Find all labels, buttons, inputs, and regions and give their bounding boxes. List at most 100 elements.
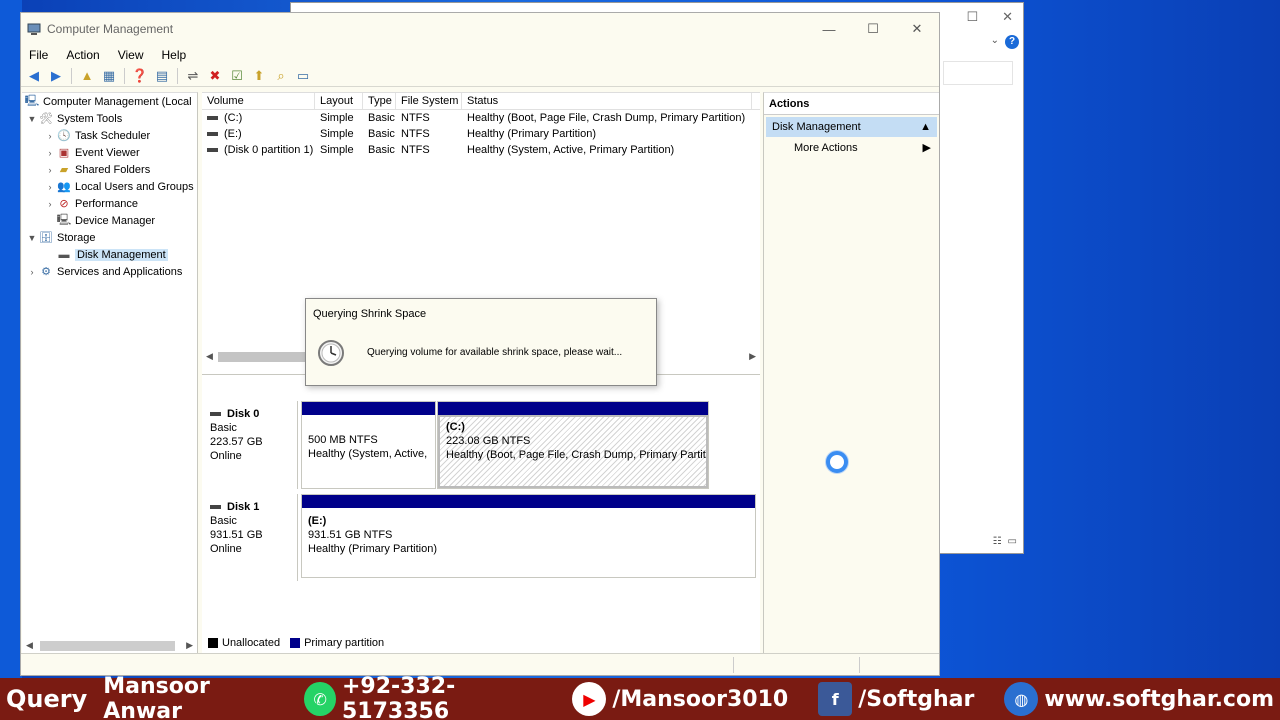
collapse-icon[interactable]: ▼ (26, 233, 38, 243)
expand-icon[interactable]: › (44, 148, 56, 158)
maximize-icon[interactable]: ☐ (966, 9, 978, 25)
table-row[interactable]: (E:) Simple Basic NTFS Healthy (Primary … (202, 126, 760, 142)
tree-item-storage[interactable]: ▼ 🗄 Storage (22, 229, 197, 246)
tree-item-label: Disk Management (75, 248, 168, 261)
view-icon[interactable]: ▭ (294, 67, 312, 85)
querying-shrink-space-dialog: Querying Shrink Space Querying volume fo… (305, 298, 657, 386)
table-row[interactable]: (Disk 0 partition 1) Simple Basic NTFS H… (202, 142, 760, 158)
column-header-file-system[interactable]: File System (396, 93, 462, 109)
help-book-icon[interactable]: ❓ (131, 67, 149, 85)
scroll-left-icon[interactable]: ◀ (206, 351, 213, 362)
actions-section-disk-management[interactable]: Disk Management ▲ (766, 117, 937, 137)
cell-type: Basic (368, 128, 395, 140)
details-view-icon[interactable]: ☷ (993, 536, 1002, 547)
legend-swatch-unallocated (208, 638, 218, 648)
tree-horizontal-scrollbar[interactable]: ◀ ▶ (22, 637, 197, 653)
delete-icon[interactable]: ✖ (206, 67, 224, 85)
forward-arrow-icon[interactable]: ▶ (47, 67, 65, 85)
chevron-down-icon[interactable]: ⌄ (991, 35, 999, 46)
status-bar (21, 653, 939, 675)
tree-item-performance[interactable]: › ⊘ Performance (22, 195, 197, 212)
disk-icon: ▬ (58, 248, 70, 261)
tree-item-services-applications[interactable]: › ⚙ Services and Applications (22, 263, 197, 280)
scrollbar-thumb[interactable] (40, 641, 175, 651)
tree-item-label: Task Scheduler (75, 129, 151, 142)
tree-item-event-viewer[interactable]: › ▣ Event Viewer (22, 144, 197, 161)
tree-item-disk-management[interactable]: ▬ Disk Management (22, 246, 197, 263)
properties-icon[interactable]: ▤ (153, 67, 171, 85)
expand-icon[interactable]: › (44, 199, 56, 209)
scroll-left-icon[interactable]: ◀ (26, 640, 33, 651)
expand-icon[interactable]: › (26, 267, 38, 277)
tree-item-system-tools[interactable]: ▼ 🛠 System Tools (22, 110, 197, 127)
show-hide-console-tree-icon[interactable]: ▦ (100, 67, 118, 85)
disk-0-label[interactable]: Disk 0 Basic 223.57 GB Online (202, 401, 298, 489)
scroll-right-icon[interactable]: ▶ (186, 640, 193, 651)
tree-item-device-manager[interactable]: 🖳 Device Manager (22, 212, 197, 229)
disk-name: Disk 0 (227, 408, 260, 420)
expand-icon[interactable]: › (44, 182, 56, 192)
back-arrow-icon[interactable]: ◀ (25, 67, 43, 85)
up-folder-icon[interactable]: ▲ (78, 67, 96, 85)
cell-layout: Simple (320, 128, 354, 140)
column-header-layout[interactable]: Layout (315, 93, 363, 109)
collapse-icon[interactable]: ▼ (26, 114, 38, 124)
menu-help[interactable]: Help (162, 48, 187, 62)
cell-file-system: NTFS (401, 112, 430, 124)
partition-c-drive[interactable]: (C:) 223.08 GB NTFS Healthy (Boot, Page … (437, 401, 709, 489)
menu-file[interactable]: File (29, 48, 48, 62)
actions-section-label: Disk Management (772, 121, 861, 133)
expand-icon[interactable]: › (44, 131, 56, 141)
banner-phone: ✆ +92-332-5173356 (298, 674, 566, 720)
expand-icon[interactable]: › (44, 165, 56, 175)
menu-view[interactable]: View (118, 48, 144, 62)
partition-info: 500 MB NTFS Healthy (System, Active, (302, 415, 435, 465)
partition-system-reserved[interactable]: 500 MB NTFS Healthy (System, Active, (301, 401, 436, 489)
disk-type: Basic (210, 422, 237, 434)
column-header-status[interactable]: Status (462, 93, 752, 109)
volume-list-header: Volume Layout Type File System Status (202, 93, 760, 110)
checklist-icon[interactable]: ☑ (228, 67, 246, 85)
maximize-button[interactable]: ☐ (851, 21, 895, 37)
view-toggle[interactable]: ☷ ▭ (993, 536, 1017, 547)
volume-name: (Disk 0 partition 1) (224, 144, 314, 156)
disk-1-label[interactable]: Disk 1 Basic 931.51 GB Online (202, 494, 298, 581)
partition-status: Healthy (Boot, Page File, Crash Dump, Pr… (446, 449, 706, 461)
partition-selected-area: (C:) 223.08 GB NTFS Healthy (Boot, Page … (438, 415, 708, 488)
collapse-up-icon[interactable]: ▲ (920, 117, 931, 137)
large-icons-view-icon[interactable]: ▭ (1008, 536, 1017, 547)
cell-type: Basic (368, 112, 395, 124)
partition-size: 223.08 GB NTFS (446, 435, 531, 447)
tree-item-label: Storage (57, 231, 96, 244)
export-icon[interactable]: ⬆ (250, 67, 268, 85)
desktop-left-strip (0, 0, 22, 678)
menu-bar: File Action View Help (21, 45, 939, 65)
volume-icon (207, 116, 218, 121)
tree-root[interactable]: 🖳 Computer Management (Local (22, 93, 197, 110)
scroll-right-icon[interactable]: ▶ (749, 351, 756, 362)
help-icon[interactable]: ? (1005, 35, 1019, 49)
promo-banner: Query Mansoor Anwar ✆ +92-332-5173356 ▶ … (0, 674, 1280, 720)
clock-icon: 🕓 (57, 130, 71, 142)
tree-item-local-users[interactable]: › 👥 Local Users and Groups (22, 178, 197, 195)
more-actions-item[interactable]: More Actions ▶ (764, 137, 939, 159)
banner-name-text: Mansoor Anwar (103, 674, 210, 720)
volume-icon (207, 132, 218, 137)
minimize-button[interactable]: — (807, 22, 851, 37)
toolbar: ◀ ▶ ▲ ▦ ❓ ▤ ⇌ ✖ ☑ ⬆ ⌕ ▭ (21, 65, 939, 87)
connect-icon[interactable]: ⇌ (184, 67, 202, 85)
tree-item-task-scheduler[interactable]: › 🕓 Task Scheduler (22, 127, 197, 144)
background-address-field[interactable] (943, 61, 1013, 85)
legend-swatch-primary (290, 638, 301, 648)
column-header-volume[interactable]: Volume (202, 93, 315, 109)
tree-item-shared-folders[interactable]: › ▰ Shared Folders (22, 161, 197, 178)
menu-action[interactable]: Action (66, 48, 99, 62)
close-button[interactable]: ✕ (895, 21, 939, 37)
banner-query: Query (6, 685, 88, 713)
partition-e-drive[interactable]: (E:) 931.51 GB NTFS Healthy (Primary Par… (301, 494, 756, 578)
search-folder-icon[interactable]: ⌕ (272, 67, 290, 85)
column-header-type[interactable]: Type (363, 93, 396, 109)
computer-management-icon (27, 23, 41, 35)
close-icon[interactable]: ✕ (1002, 9, 1013, 25)
table-row[interactable]: (C:) Simple Basic NTFS Healthy (Boot, Pa… (202, 110, 760, 126)
